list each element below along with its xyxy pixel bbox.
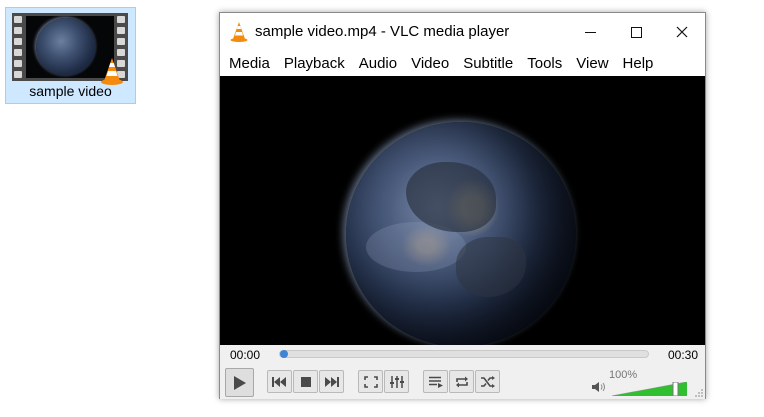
current-time: 00:00 <box>230 348 261 362</box>
fullscreen-icon <box>363 375 378 388</box>
previous-icon <box>272 376 286 387</box>
close-button[interactable] <box>659 13 705 51</box>
next-button[interactable] <box>319 370 344 393</box>
maximize-icon <box>630 26 642 38</box>
volume-slider[interactable] <box>612 382 687 396</box>
extended-settings-button[interactable] <box>384 370 409 393</box>
seek-handle[interactable] <box>280 350 288 358</box>
play-icon <box>233 375 246 390</box>
total-time: 00:30 <box>667 348 698 362</box>
seek-bar[interactable] <box>279 350 649 358</box>
vlc-cone-icon <box>230 22 248 42</box>
shuffle-button[interactable] <box>475 370 500 393</box>
desktop-file-icon[interactable]: sample video <box>5 7 136 104</box>
resize-grip-icon[interactable] <box>695 389 703 397</box>
window-title: sample video.mp4 - VLC media player <box>255 23 510 40</box>
desktop-file-label: sample video <box>29 83 112 99</box>
menu-view[interactable]: View <box>569 55 615 72</box>
menu-audio[interactable]: Audio <box>352 55 404 72</box>
video-area[interactable] <box>220 76 705 345</box>
stop-button[interactable] <box>293 370 318 393</box>
minimize-button[interactable] <box>567 13 613 51</box>
previous-button[interactable] <box>267 370 292 393</box>
menu-video[interactable]: Video <box>404 55 456 72</box>
menu-subtitle[interactable]: Subtitle <box>456 55 520 72</box>
volume-handle[interactable] <box>672 382 679 396</box>
vlc-cone-icon <box>101 58 123 85</box>
video-frame-earth <box>346 122 576 345</box>
speaker-icon[interactable] <box>592 381 606 393</box>
seek-row: 00:00 00:30 <box>220 345 705 364</box>
shuffle-icon <box>480 375 495 388</box>
menu-media[interactable]: Media <box>222 55 277 72</box>
video-thumbnail <box>12 13 128 85</box>
title-bar[interactable]: sample video.mp4 - VLC media player <box>220 13 705 51</box>
stop-icon <box>300 376 311 387</box>
loop-button[interactable] <box>449 370 474 393</box>
playlist-icon <box>428 376 443 388</box>
menu-playback[interactable]: Playback <box>277 55 352 72</box>
menu-bar: Media Playback Audio Video Subtitle Tool… <box>220 51 705 76</box>
next-icon <box>325 376 339 387</box>
menu-help[interactable]: Help <box>616 55 661 72</box>
fullscreen-button[interactable] <box>358 370 383 393</box>
extended-settings-icon <box>389 375 404 388</box>
playlist-button[interactable] <box>423 370 448 393</box>
close-icon <box>676 26 688 38</box>
vlc-window: sample video.mp4 - VLC media player Medi… <box>219 12 706 399</box>
volume-percent: 100% <box>609 369 638 381</box>
play-button[interactable] <box>225 368 254 397</box>
control-bar: 100% <box>220 364 705 399</box>
menu-tools[interactable]: Tools <box>520 55 569 72</box>
minimize-icon <box>584 31 596 33</box>
maximize-button[interactable] <box>613 13 659 51</box>
loop-icon <box>455 376 468 387</box>
